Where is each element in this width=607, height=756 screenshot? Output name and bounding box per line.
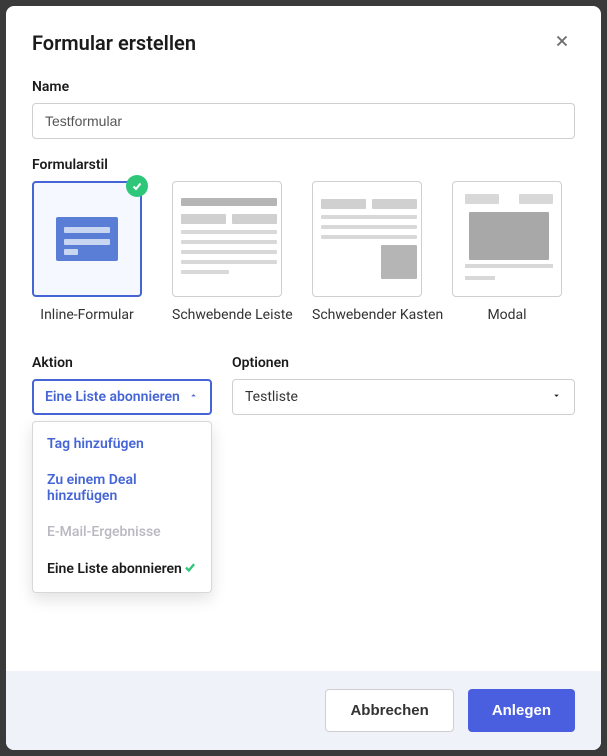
style-option-floating-box[interactable] — [312, 181, 422, 297]
caret-up-icon — [188, 389, 199, 405]
modal-thumbnail — [461, 190, 557, 288]
form-style-label: Formularstil — [32, 157, 575, 173]
style-option-inline[interactable] — [32, 181, 142, 297]
dialog-body: Name Formularstil Inline-Formular — [6, 75, 601, 671]
dropdown-item-label: Zu einem Deal hinzufügen — [47, 472, 197, 504]
style-option-label: Schwebender Kasten — [312, 307, 422, 323]
form-style-item: Schwebende Leiste — [172, 181, 282, 323]
options-select[interactable]: Testliste — [232, 379, 575, 415]
action-option-email-ergebnisse[interactable]: E-Mail-Ergebnisse — [33, 514, 211, 550]
action-option-tag-hinzufuegen[interactable]: Tag hinzufügen — [33, 426, 211, 462]
dialog-footer: Abbrechen Anlegen — [6, 671, 601, 750]
action-dropdown: Tag hinzufügen Zu einem Deal hinzufügen … — [32, 421, 212, 593]
inline-thumbnail — [56, 217, 118, 261]
create-form-dialog: Formular erstellen Name Formularstil Inl… — [6, 6, 601, 750]
form-style-item: Inline-Formular — [32, 181, 142, 323]
floating-box-thumbnail — [321, 199, 417, 279]
action-option-liste-abonnieren[interactable]: Eine Liste abonnieren — [33, 550, 211, 588]
form-style-item: Modal — [452, 181, 562, 323]
floating-bar-thumbnail — [181, 198, 277, 280]
style-option-modal[interactable] — [452, 181, 562, 297]
form-style-options: Inline-Formular Schwebende Leiste — [32, 181, 575, 323]
dropdown-item-label: Eine Liste abonnieren — [47, 561, 182, 577]
check-icon — [183, 560, 197, 578]
check-icon — [126, 175, 148, 197]
dropdown-item-label: Tag hinzufügen — [47, 436, 144, 452]
dialog-title: Formular erstellen — [32, 31, 196, 55]
action-select[interactable]: Eine Liste abonnieren — [32, 379, 212, 415]
style-option-label: Inline-Formular — [32, 307, 142, 323]
caret-down-icon — [551, 389, 562, 405]
action-label: Aktion — [32, 355, 212, 371]
submit-button[interactable]: Anlegen — [468, 689, 575, 732]
style-option-label: Modal — [452, 307, 562, 323]
name-input[interactable] — [32, 103, 575, 139]
style-option-floating-bar[interactable] — [172, 181, 282, 297]
action-column: Aktion Eine Liste abonnieren Tag hinzufü… — [32, 355, 212, 415]
style-option-label: Schwebende Leiste — [172, 307, 282, 323]
dialog-header: Formular erstellen — [6, 6, 601, 75]
cancel-button[interactable]: Abbrechen — [325, 689, 453, 732]
action-selected-value: Eine Liste abonnieren — [45, 389, 180, 405]
dropdown-item-label: E-Mail-Ergebnisse — [47, 524, 161, 540]
action-option-deal-hinzufuegen[interactable]: Zu einem Deal hinzufügen — [33, 462, 211, 514]
name-label: Name — [32, 79, 575, 95]
options-column: Optionen Testliste — [232, 355, 575, 415]
options-label: Optionen — [232, 355, 575, 371]
form-style-item: Schwebender Kasten — [312, 181, 422, 323]
close-icon — [553, 38, 571, 53]
close-button[interactable] — [549, 28, 575, 57]
action-options-row: Aktion Eine Liste abonnieren Tag hinzufü… — [32, 355, 575, 415]
options-selected-value: Testliste — [245, 389, 298, 405]
